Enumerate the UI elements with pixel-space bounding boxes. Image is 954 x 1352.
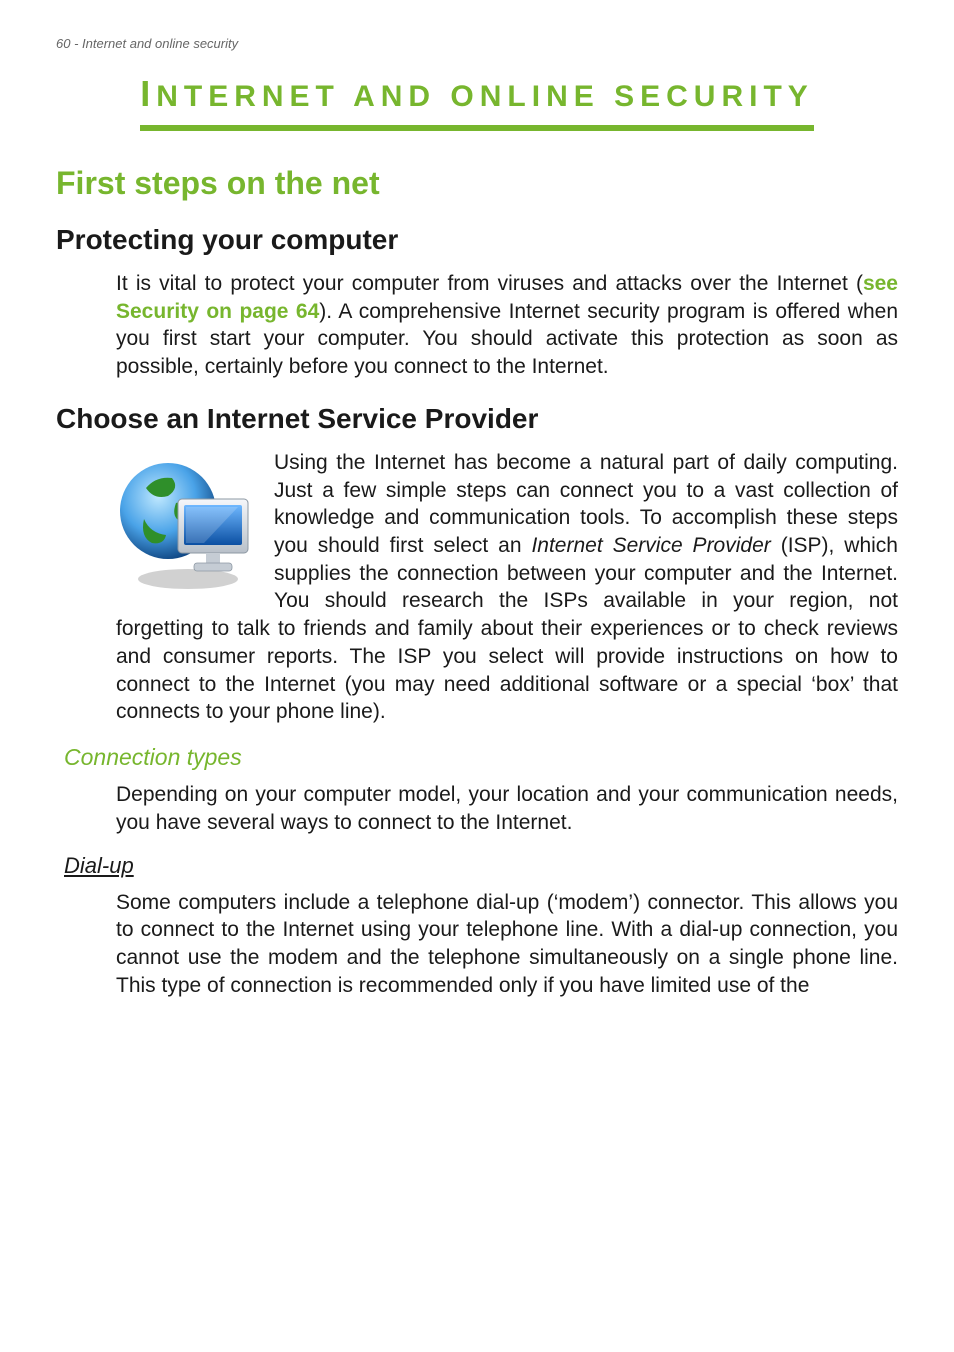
- heading-first-steps: First steps on the net: [56, 165, 898, 202]
- heading-choose-isp: Choose an Internet Service Provider: [56, 403, 898, 435]
- running-header: 60 - Internet and online security: [56, 36, 898, 51]
- paragraph-protecting: It is vital to protect your computer fro…: [116, 270, 898, 381]
- heading-dialup: Dial-up: [64, 853, 898, 879]
- isp-illustration: [116, 453, 256, 593]
- main-title-wrap: INTERNET AND ONLINE SECURITY: [56, 73, 898, 131]
- main-title-rest: NTERNET AND ONLINE SECURITY: [156, 80, 814, 113]
- heading-connection-types: Connection types: [64, 744, 898, 771]
- paragraph-dialup: Some computers include a telephone dial-…: [116, 889, 898, 1000]
- isp-term: Internet Service Provider: [531, 534, 770, 557]
- globe-monitor-icon: [116, 453, 256, 593]
- heading-protecting: Protecting your computer: [56, 224, 898, 256]
- page: 60 - Internet and online security INTERN…: [0, 0, 954, 1053]
- main-title: INTERNET AND ONLINE SECURITY: [140, 73, 814, 131]
- main-title-initial: I: [140, 73, 156, 114]
- paragraph-connection-types: Depending on your computer model, your l…: [116, 781, 898, 836]
- paragraph-isp: Using the Internet has become a natural …: [116, 449, 898, 726]
- text-span: It is vital to protect your computer fro…: [116, 272, 863, 295]
